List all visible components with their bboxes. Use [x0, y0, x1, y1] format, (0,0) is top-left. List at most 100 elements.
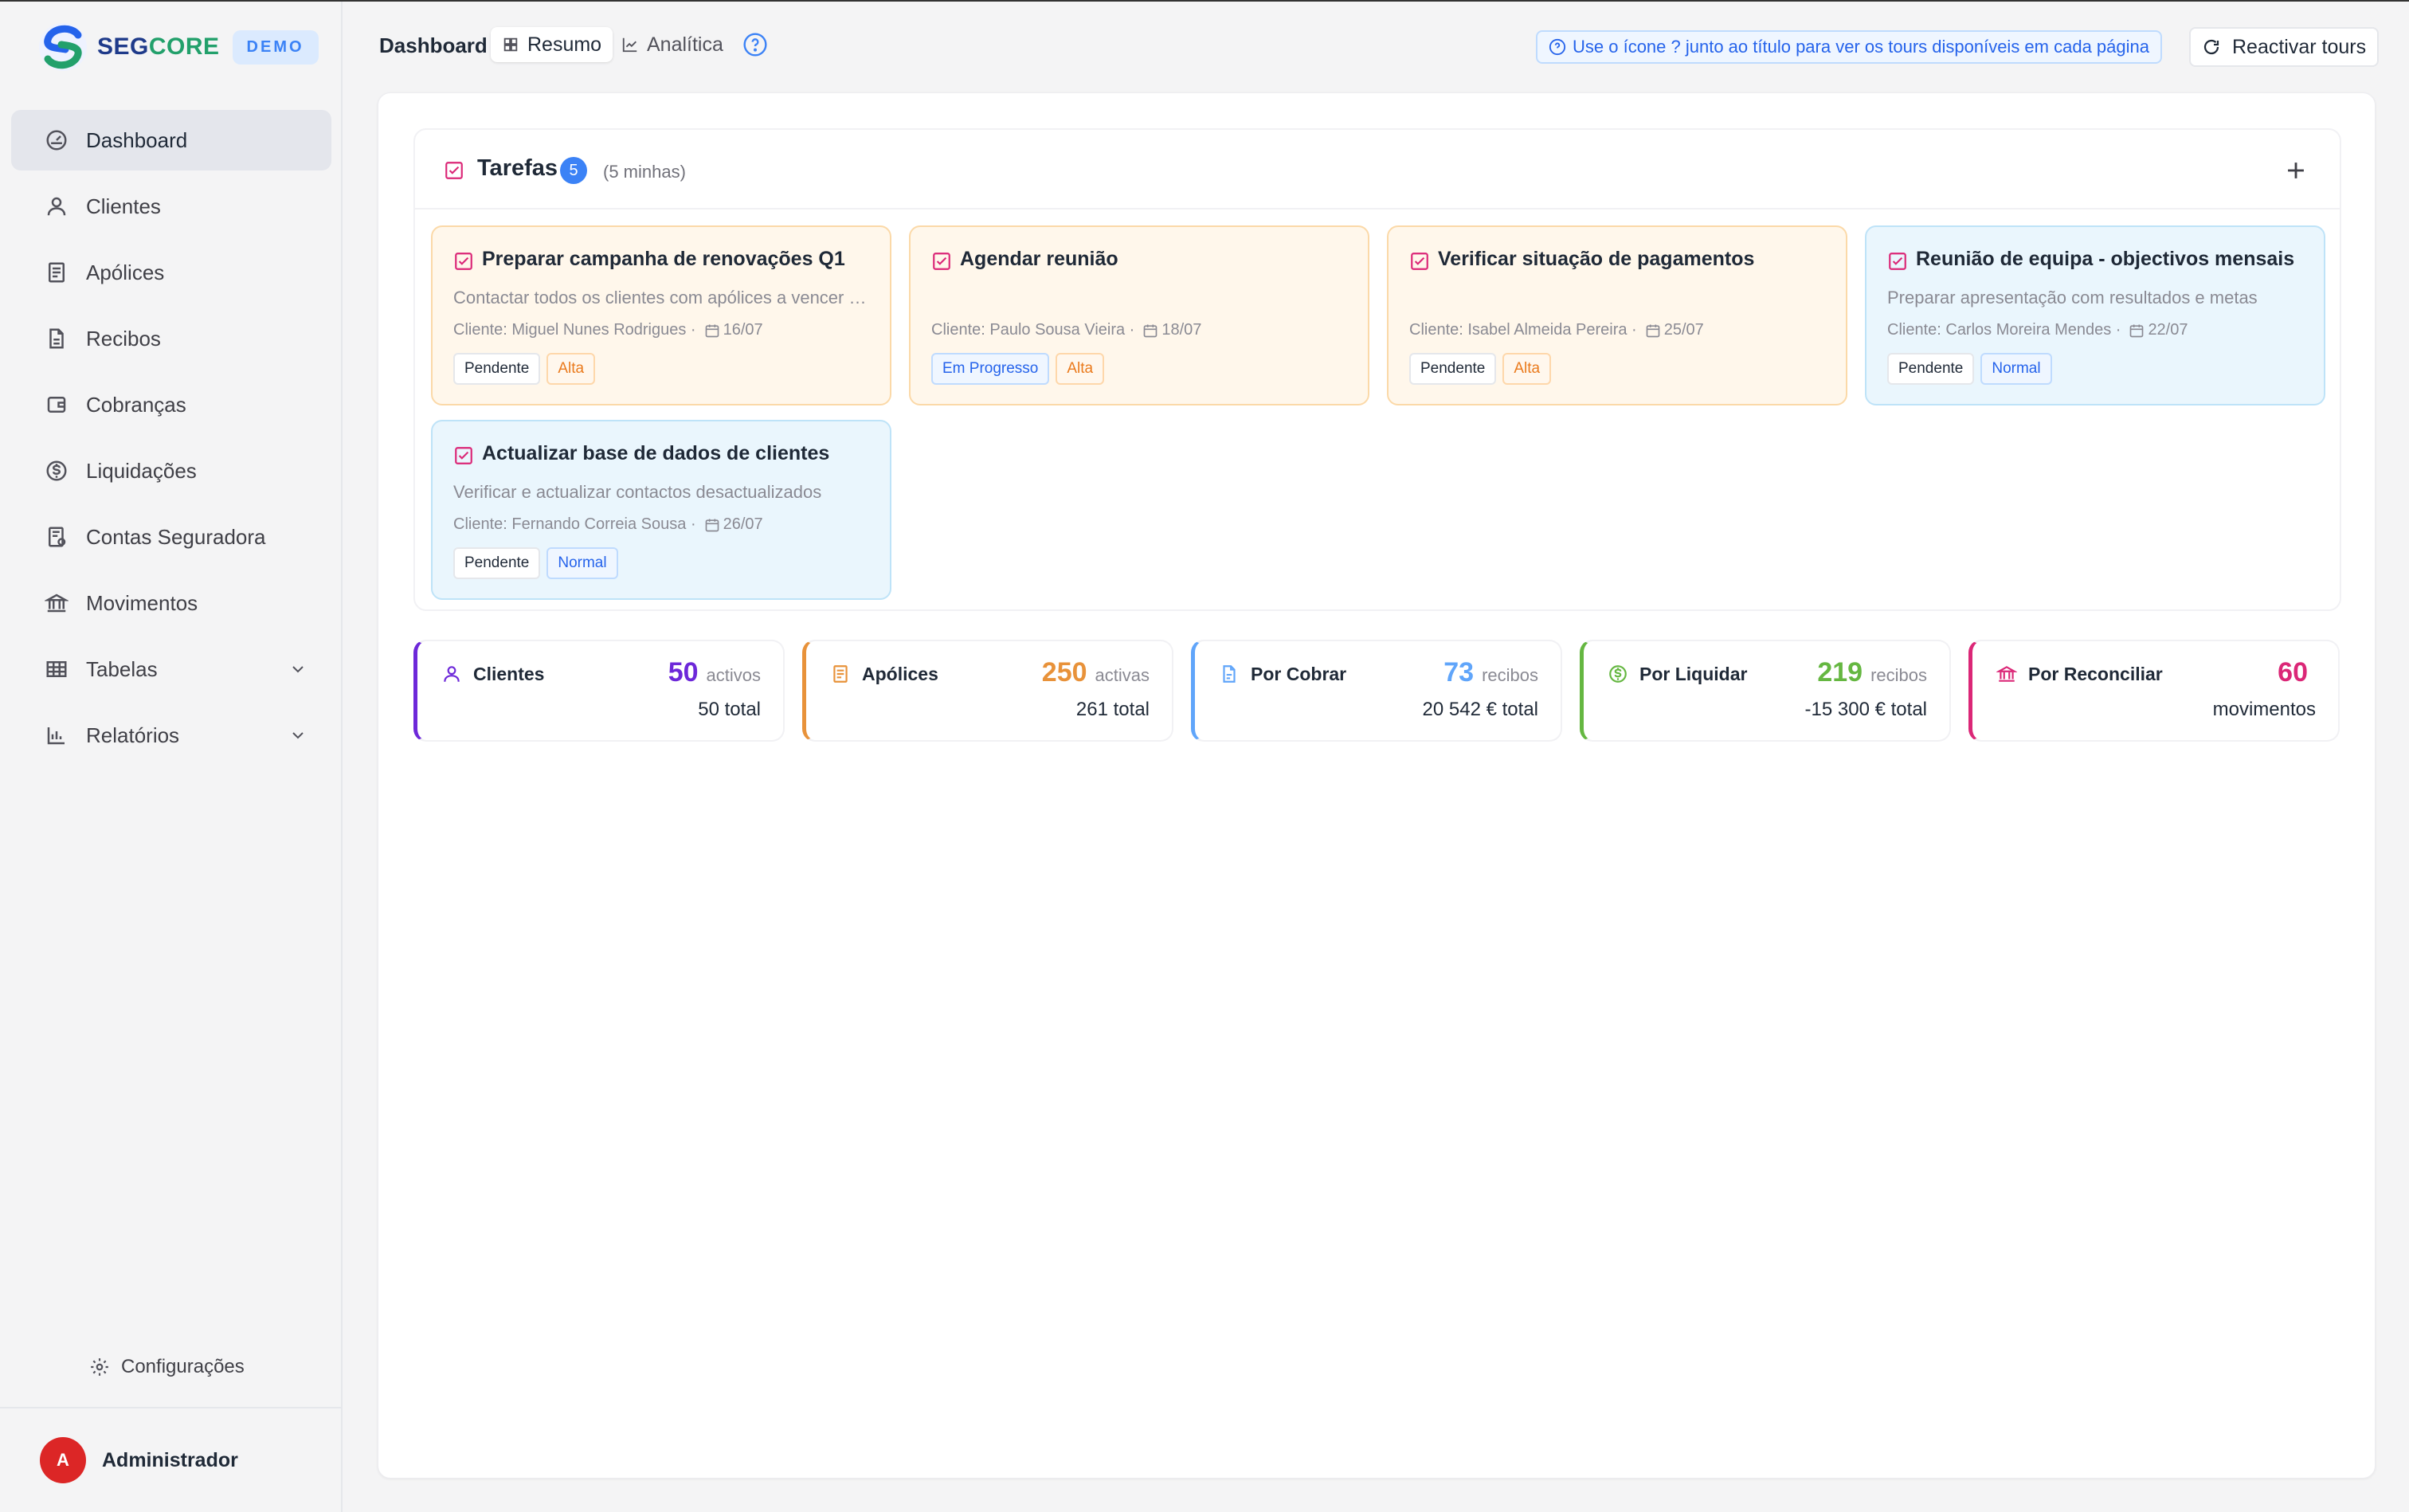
segcore-logo-icon [39, 23, 87, 71]
status-badge: Pendente [1887, 353, 1975, 385]
checkbox-icon[interactable] [453, 445, 474, 466]
tab-label: Resumo [527, 33, 602, 56]
tours-info-text: Use o ícone ? junto ao título para ver o… [1573, 37, 2149, 57]
task-meta: Cliente: Paulo Sousa Vieira · 18/07 [931, 321, 1201, 339]
reactivate-tours-button[interactable]: Reactivar tours [2189, 27, 2380, 67]
sidebar-item-dashboard[interactable]: Dashboard [11, 110, 331, 170]
stat-sub: movimentos [2212, 699, 2316, 720]
task-description: Preparar apresentação com resultados e m… [1887, 288, 2258, 307]
priority-badge: Normal [1980, 353, 2052, 385]
stat-label: Apólices [862, 664, 938, 684]
stat-value: 219 [1817, 657, 1863, 687]
help-icon[interactable] [742, 32, 768, 57]
status-badge: Pendente [453, 353, 541, 385]
logo[interactable]: SEGCORE DEMO [37, 21, 319, 73]
sidebar-item-label: Apólices [86, 260, 165, 284]
stat-unit: activos [706, 665, 761, 685]
tasks-title: Tarefas [477, 155, 558, 181]
sidebar-item-clientes[interactable]: Clientes [11, 176, 331, 237]
avatar: A [40, 1437, 86, 1483]
stat-value: 73 [1443, 657, 1475, 687]
file-icon [1223, 665, 1236, 683]
task-tags: Pendente Normal [1887, 353, 2058, 385]
task-card[interactable]: Verificar situação de pagamentos Cliente… [1387, 225, 1847, 405]
chevron-down-icon[interactable] [288, 660, 307, 679]
task-card[interactable]: Actualizar base de dados de clientes Ver… [431, 420, 891, 600]
dollar-circle-icon [46, 460, 67, 481]
sidebar-item-liquidacoes[interactable]: Liquidações [11, 441, 331, 501]
line-chart-icon [622, 37, 637, 53]
stat-label: Por Liquidar [1639, 664, 1748, 684]
stat-main: 60 [2278, 657, 2316, 688]
stat-card-apolices[interactable]: Apólices 250 activas 261 total [802, 640, 1173, 742]
task-tags: Pendente Alta [1409, 353, 1557, 385]
brand-name-part1: SEG [97, 33, 149, 60]
document-icon [833, 665, 848, 683]
chevron-down-icon[interactable] [288, 726, 307, 745]
sidebar-item-label: Clientes [86, 194, 161, 218]
sidebar-item-contas-seguradora[interactable]: Contas Seguradora [11, 507, 331, 567]
stat-value: 50 [668, 657, 699, 687]
stat-card-por-liquidar[interactable]: Por Liquidar 219 recibos -15 300 € total [1580, 640, 1951, 742]
user-menu[interactable]: A Administrador [40, 1437, 238, 1483]
stat-card-por-reconciliar[interactable]: Por Reconciliar 60 movimentos [1968, 640, 2340, 742]
brand-name: SEGCORE [97, 33, 220, 61]
receipt-icon [49, 328, 64, 349]
sidebar-item-recibos[interactable]: Recibos [11, 308, 331, 369]
checkbox-icon[interactable] [1887, 251, 1908, 272]
sidebar-item-tabelas[interactable]: Tabelas [11, 639, 331, 699]
sidebar-item-movimentos[interactable]: Movimentos [11, 573, 331, 633]
stat-main: 50 activos [668, 657, 761, 688]
task-tags: Em Progresso Alta [931, 353, 1110, 385]
stat-label: Por Reconciliar [2028, 664, 2163, 684]
sidebar-item-label: Liquidações [86, 458, 197, 483]
task-card[interactable]: Reunião de equipa - objectivos mensais P… [1865, 225, 2325, 405]
settings-label: Configurações [121, 1356, 245, 1377]
question-circle-icon [1549, 38, 1566, 56]
task-description: Contactar todos os clientes com apólices… [453, 288, 875, 307]
task-date: 26/07 [723, 515, 763, 533]
task-meta: Cliente: Fernando Correia Sousa · 26/07 [453, 515, 763, 534]
tab-analitica[interactable]: Analítica [610, 27, 734, 62]
grid-icon [503, 37, 518, 52]
stat-card-clientes[interactable]: Clientes 50 activos 50 total [413, 640, 785, 742]
sidebar-nav: Dashboard Clientes Apólices Recibos Cobr… [11, 110, 331, 771]
task-card[interactable]: Agendar reunião Cliente: Paulo Sousa Vie… [909, 225, 1369, 405]
checkbox-icon[interactable] [453, 251, 474, 272]
task-client: Cliente: Miguel Nunes Rodrigues · [453, 321, 696, 339]
table-icon [46, 661, 67, 677]
checkbox-icon[interactable] [931, 251, 952, 272]
ledger-icon [49, 527, 66, 547]
stat-label: Clientes [473, 664, 545, 684]
wallet-icon [47, 397, 66, 413]
sidebar-item-label: Dashboard [86, 127, 188, 152]
add-task-icon[interactable] [2282, 157, 2309, 184]
calendar-icon [1144, 324, 1157, 337]
sidebar-item-label: Relatórios [86, 723, 180, 747]
stat-main: 73 recibos [1443, 657, 1538, 688]
task-date: 18/07 [1161, 321, 1202, 339]
sidebar-item-label: Movimentos [86, 590, 198, 615]
settings-link[interactable]: Configurações [89, 1356, 245, 1378]
tab-resumo[interactable]: Resumo [491, 27, 613, 62]
sidebar-item-cobrancas[interactable]: Cobranças [11, 374, 331, 435]
priority-badge: Alta [546, 353, 596, 385]
stat-unit: recibos [1482, 665, 1538, 685]
stat-card-por-cobrar[interactable]: Por Cobrar 73 recibos 20 542 € total [1191, 640, 1562, 742]
calendar-icon [705, 324, 719, 337]
sidebar-item-apolices[interactable]: Apólices [11, 242, 331, 303]
tours-info-banner: Use o ícone ? junto ao título para ver o… [1536, 30, 2162, 64]
task-title: Reunião de equipa - objectivos mensais [1916, 248, 2295, 270]
task-meta: Cliente: Miguel Nunes Rodrigues · 16/07 [453, 321, 763, 339]
top-bar: Dashboard Resumo Analítica Use o ícone ?… [343, 2, 2409, 89]
task-date: 16/07 [723, 321, 763, 339]
task-tags: Pendente Alta [453, 353, 601, 385]
gauge-icon [46, 130, 67, 151]
task-title: Preparar campanha de renovações Q1 [482, 248, 845, 270]
task-card[interactable]: Preparar campanha de renovações Q1 Conta… [431, 225, 891, 405]
gear-icon [91, 1358, 108, 1376]
priority-badge: Alta [1056, 353, 1105, 385]
sidebar-item-relatorios[interactable]: Relatórios [11, 705, 331, 766]
checkbox-icon[interactable] [1409, 251, 1430, 272]
divider [0, 1407, 343, 1408]
